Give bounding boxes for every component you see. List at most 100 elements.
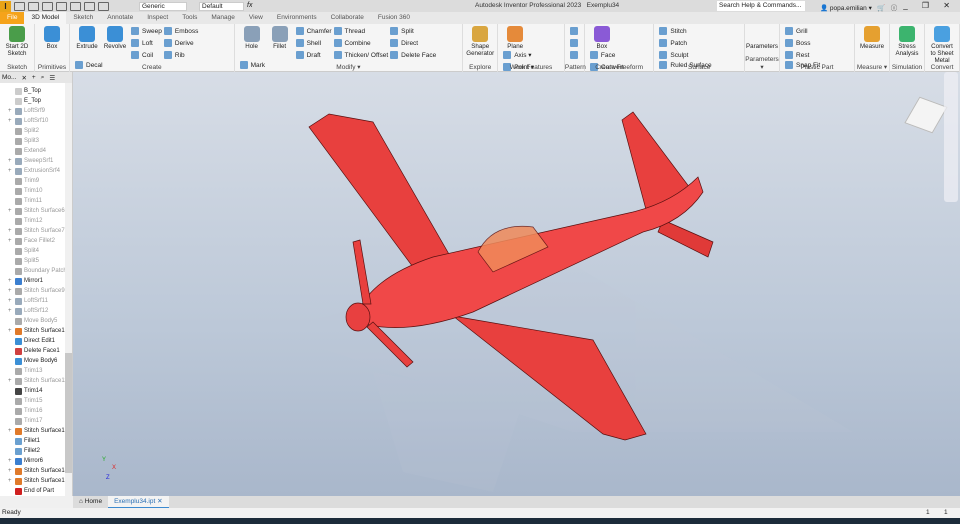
expand-icon[interactable]: + <box>8 228 12 234</box>
shape-generator-button[interactable]: Shape Generator <box>466 26 494 57</box>
close-icon[interactable]: ✕ <box>21 74 26 82</box>
appearance-dropdown[interactable]: Default <box>199 1 244 11</box>
tree-item[interactable]: B_Top <box>6 86 72 96</box>
coil-button[interactable]: Coil <box>131 50 162 60</box>
box-button[interactable]: Box <box>38 26 66 50</box>
convert-to-sheet-metal-button[interactable]: Convert to Sheet Metal <box>928 26 956 64</box>
tree-item[interactable]: Direct Edit1 <box>6 336 72 346</box>
tree-item[interactable]: Trim14 <box>6 386 72 396</box>
revolve-button[interactable]: Revolve <box>101 26 129 50</box>
tree-item[interactable]: Boundary Patch7 <box>6 266 72 276</box>
tree-item[interactable]: + ExtrusionSrf4 <box>6 166 72 176</box>
tree-item[interactable]: Delete Face1 <box>6 346 72 356</box>
tree-item[interactable]: Trim16 <box>6 406 72 416</box>
expand-icon[interactable]: + <box>8 288 12 294</box>
tab-document[interactable]: Exemplu34.ipt ✕ <box>108 496 169 508</box>
expand-icon[interactable]: + <box>8 298 12 304</box>
boss-button[interactable]: Boss <box>785 38 810 48</box>
redo-icon[interactable] <box>70 1 81 11</box>
parameters-button[interactable]: Parameters <box>746 26 778 50</box>
tab-fusion-360[interactable]: Fusion 360 <box>371 12 417 24</box>
tab-sketch[interactable]: Sketch <box>66 12 100 24</box>
tree-item[interactable]: + LoftSrf11 <box>6 296 72 306</box>
tab-environments[interactable]: Environments <box>270 12 324 24</box>
open-icon[interactable] <box>28 1 39 11</box>
expand-icon[interactable]: + <box>8 308 12 314</box>
app-logo[interactable]: I <box>0 0 11 12</box>
browser-scrollbar[interactable] <box>65 83 72 496</box>
tab-manage[interactable]: Manage <box>204 12 242 24</box>
tree-item[interactable]: Fillet1 <box>6 436 72 446</box>
expand-icon[interactable]: + <box>8 428 12 434</box>
combine-button[interactable]: Combine <box>333 38 389 48</box>
tree-item[interactable]: + LoftSrf12 <box>6 306 72 316</box>
expand-icon[interactable]: + <box>8 328 12 334</box>
save-icon[interactable] <box>42 1 53 11</box>
home-icon[interactable] <box>84 1 95 11</box>
tree-item[interactable]: + Stitch Surface14 <box>6 466 72 476</box>
expand-icon[interactable]: + <box>8 278 12 284</box>
sweep-button[interactable]: Sweep <box>131 26 162 36</box>
menu-icon[interactable]: ☰ <box>49 74 55 82</box>
direct-button[interactable]: Direct <box>390 38 436 48</box>
undo-icon[interactable] <box>56 1 67 11</box>
expand-icon[interactable]: + <box>8 158 12 164</box>
tree-item[interactable]: + Mirror1 <box>6 276 72 286</box>
face-button[interactable]: Face <box>589 50 624 60</box>
tree-item[interactable]: Trim9 <box>6 176 72 186</box>
tab-annotate[interactable]: Annotate <box>100 12 140 24</box>
expand-icon[interactable]: + <box>8 118 12 124</box>
patch-button[interactable]: Patch <box>659 38 688 48</box>
tree-item[interactable]: + Stitch Surface7 <box>6 226 72 236</box>
derive-button[interactable]: Derive <box>163 38 198 48</box>
tree-item[interactable]: + SweepSrf1 <box>6 156 72 166</box>
tab-3d-model[interactable]: 3D Model <box>24 12 67 24</box>
tab-collaborate[interactable]: Collaborate <box>324 12 371 24</box>
tree-item[interactable]: + LoftSrf9 <box>6 106 72 116</box>
update-icon[interactable] <box>98 1 109 11</box>
expand-icon[interactable]: + <box>8 468 12 474</box>
tree-item[interactable]: Fillet2 <box>6 446 72 456</box>
tree-item[interactable]: Trim13 <box>6 366 72 376</box>
expand-icon[interactable]: + <box>8 378 12 384</box>
search-input[interactable]: Search Help & Commands... <box>717 1 805 11</box>
tree-item[interactable]: Trim10 <box>6 186 72 196</box>
tree-item[interactable]: Split5 <box>6 256 72 266</box>
tab-tools[interactable]: Tools <box>175 12 204 24</box>
emboss-button[interactable]: Emboss <box>163 26 198 36</box>
box-button[interactable]: Box <box>588 26 616 50</box>
thicken-offset-button[interactable]: Thicken/ Offset <box>333 50 388 60</box>
tree-item[interactable]: + Stitch Surface15 <box>6 476 72 486</box>
tree-item[interactable]: Split4 <box>6 246 72 256</box>
loft-button[interactable]: Loft <box>131 38 162 48</box>
navigation-bar[interactable] <box>944 72 958 202</box>
tree-item[interactable]: Trim12 <box>6 216 72 226</box>
stress-analysis-button[interactable]: Stress Analysis <box>893 26 921 57</box>
tree-item[interactable]: + Stitch Surface6 <box>6 206 72 216</box>
tree-item[interactable]: + Stitch Surface11 <box>6 376 72 386</box>
chamfer-button[interactable]: Chamfer <box>295 26 332 36</box>
expand-icon[interactable]: + <box>8 168 12 174</box>
shell-button[interactable]: Shell <box>295 38 332 48</box>
pattern-button[interactable] <box>569 26 581 36</box>
tree-item[interactable]: + Face Fillet2 <box>6 236 72 246</box>
stitch-button[interactable]: Stitch <box>659 26 688 36</box>
tree-item[interactable]: + Stitch Surface10 <box>6 326 72 336</box>
split-button[interactable]: Split <box>390 26 436 36</box>
close-icon[interactable]: ✕ <box>157 498 162 505</box>
measure-button[interactable]: Measure <box>858 26 886 50</box>
tree-item[interactable]: End of Part <box>6 486 72 496</box>
material-dropdown[interactable]: Generic <box>139 1 187 11</box>
tree-item[interactable]: Split2 <box>6 126 72 136</box>
expand-icon[interactable]: + <box>8 478 12 484</box>
tree-item[interactable]: E_Top <box>6 96 72 106</box>
tree-item[interactable]: Trim17 <box>6 416 72 426</box>
fillet-button[interactable]: Fillet <box>266 26 294 50</box>
rib-button[interactable]: Rib <box>163 50 198 60</box>
add-icon[interactable]: + <box>32 74 36 81</box>
tree-item[interactable]: Move Body5 <box>6 316 72 326</box>
tab-view[interactable]: View <box>242 12 270 24</box>
fx-icon[interactable]: fx <box>247 2 258 11</box>
tree-item[interactable]: Trim15 <box>6 396 72 406</box>
expand-icon[interactable]: + <box>8 208 12 214</box>
